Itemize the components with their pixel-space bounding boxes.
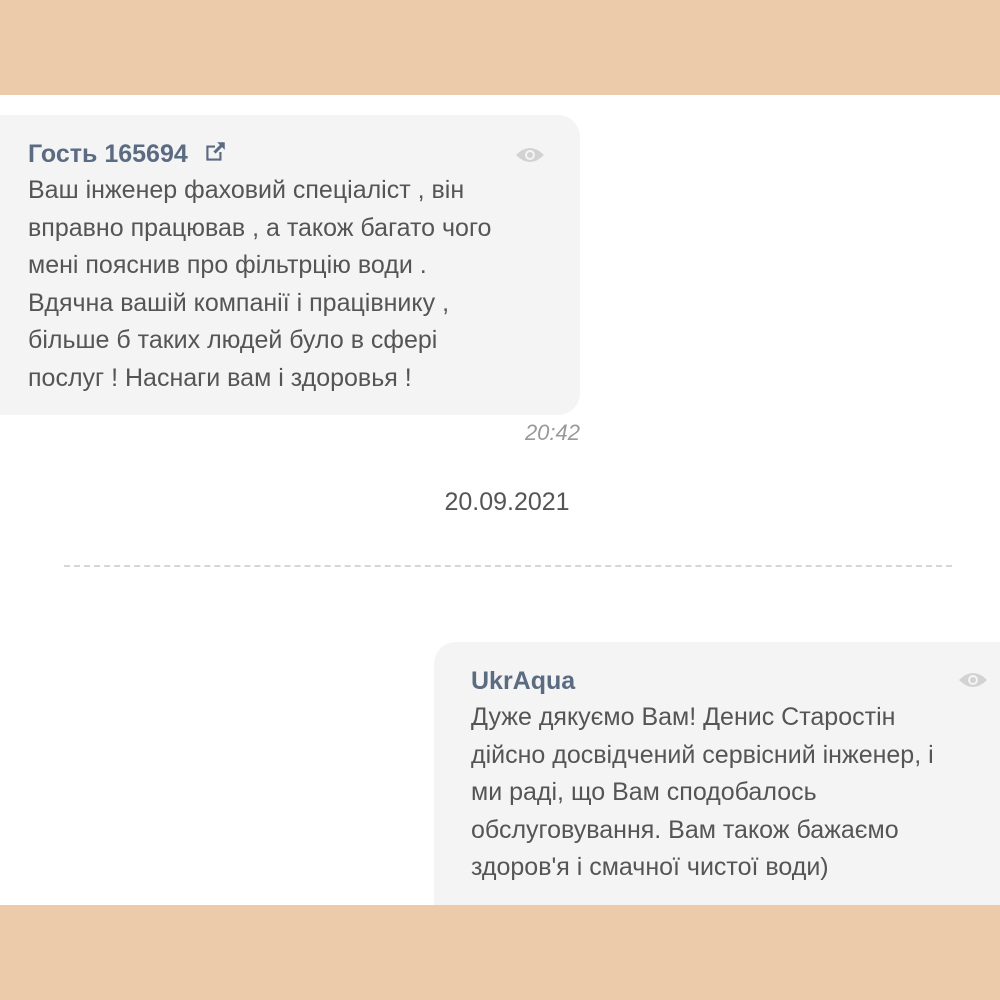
message-text: Дуже дякуємо Вам! Денис Старостін дійсно… bbox=[471, 703, 934, 881]
bottom-frame-band bbox=[0, 905, 1000, 1000]
divider bbox=[64, 565, 952, 567]
author-name: UkrAqua bbox=[471, 667, 576, 695]
eye-icon bbox=[516, 148, 544, 162]
chat-area[interactable]: Гость 165694 Ваш інженер фаховий спеціал… bbox=[0, 95, 1000, 905]
incoming-message-bubble: Гость 165694 Ваш інженер фаховий спеціал… bbox=[0, 115, 580, 415]
reply-message-bubble: UkrAqua Дуже дякуємо Вам! Денис Старості… bbox=[434, 642, 1000, 905]
eye-icon bbox=[959, 673, 987, 687]
top-frame-band bbox=[0, 0, 1000, 95]
date-separator: 20.09.2021 bbox=[444, 488, 570, 516]
author-name[interactable]: Гость 165694 bbox=[28, 139, 188, 169]
message-author: Гость 165694 bbox=[28, 139, 580, 169]
message-time: 20:42 bbox=[524, 420, 580, 445]
external-link-icon[interactable] bbox=[202, 139, 228, 165]
message-author: UkrAqua bbox=[471, 666, 1000, 696]
message-text: Ваш інженер фаховий спеціаліст , він впр… bbox=[28, 176, 492, 392]
